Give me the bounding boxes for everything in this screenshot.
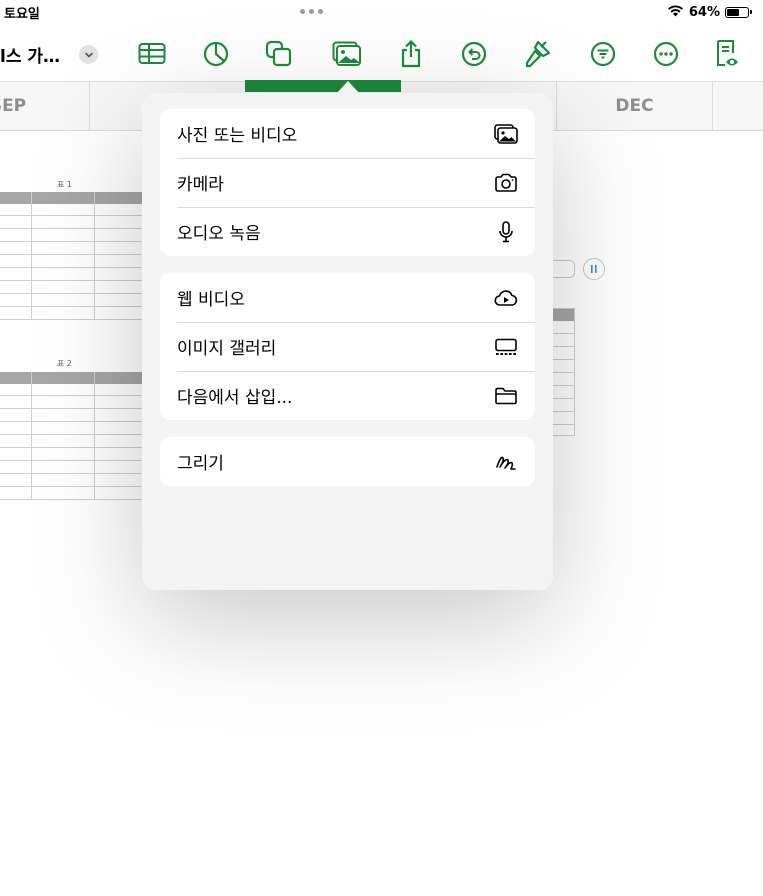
filter-icon[interactable]	[587, 38, 619, 70]
menu-item-audio-recording[interactable]: 오디오 녹음	[160, 207, 535, 256]
table-row	[553, 424, 574, 425]
table-row	[553, 385, 574, 386]
table-header-row	[0, 192, 142, 204]
table-2[interactable]	[0, 372, 142, 500]
folder-icon	[493, 383, 519, 409]
table-row	[0, 449, 142, 461]
chart-icon[interactable]	[200, 38, 232, 70]
table-1[interactable]	[0, 192, 142, 320]
menu-item-camera[interactable]: 카메라	[160, 158, 535, 207]
table-row	[0, 488, 142, 500]
table-3[interactable]	[553, 308, 575, 436]
table-row	[0, 282, 142, 294]
menu-item-web-video[interactable]: 웹 비디오	[160, 273, 535, 322]
photo-library-icon	[493, 121, 519, 147]
table-row	[553, 372, 574, 373]
more-icon[interactable]	[650, 38, 682, 70]
shapes-icon[interactable]	[263, 38, 295, 70]
table-row	[0, 397, 142, 409]
battery-percent: 64%	[688, 5, 720, 20]
menu-item-label: 그리기	[177, 454, 224, 474]
menu-item-label: 이미지 갤러리	[177, 339, 277, 359]
document-title[interactable]: l스 가…	[0, 42, 60, 67]
pause-icon[interactable]	[583, 258, 605, 280]
table-row	[0, 410, 142, 422]
drawing-icon	[493, 449, 519, 475]
table-row	[0, 217, 142, 229]
table-row	[553, 359, 574, 360]
table-row	[0, 384, 142, 396]
status-right: 64%	[667, 4, 752, 21]
table-column-line	[94, 372, 95, 500]
table-2-caption: 표 2	[57, 359, 72, 368]
table-row	[0, 230, 142, 242]
status-bar: 토요일 64%	[0, 0, 763, 26]
menu-group-web: 웹 비디오 이미지 갤러리 다음에서 삽입...	[160, 273, 535, 420]
table-row	[553, 333, 574, 334]
wifi-icon	[667, 4, 684, 21]
table-row	[0, 423, 142, 435]
month-sep-label[interactable]: SEP	[0, 82, 28, 130]
menu-item-label: 다음에서 삽입...	[177, 388, 293, 408]
table-row	[553, 411, 574, 412]
chevron-down-icon[interactable]	[79, 45, 98, 64]
multitasking-dots[interactable]	[300, 9, 323, 14]
media-popover: 사진 또는 비디오 카메라 오디오 녹음 웹 비디오 이미지 갤러리 다음에서 …	[142, 93, 553, 590]
menu-item-label: 웹 비디오	[177, 290, 245, 310]
toolbar: l스 가…	[0, 28, 763, 80]
format-brush-icon[interactable]	[522, 38, 554, 70]
table-column-line	[94, 192, 95, 320]
table-row	[553, 346, 574, 347]
battery-icon	[725, 7, 752, 18]
media-icon[interactable]	[331, 38, 363, 70]
table-header-row	[553, 309, 574, 321]
status-day: 토요일	[4, 7, 40, 22]
table-row	[0, 462, 142, 474]
month-divider	[712, 82, 713, 130]
menu-item-label: 사진 또는 비디오	[177, 126, 298, 146]
table-row	[553, 398, 574, 399]
menu-group-drawing: 그리기	[160, 437, 535, 486]
table-1-caption: 표 1	[57, 180, 72, 189]
cloud-play-icon	[493, 285, 519, 311]
table-row	[0, 269, 142, 281]
table-row	[0, 256, 142, 268]
input-field[interactable]	[553, 260, 575, 278]
table-icon[interactable]	[136, 38, 168, 70]
table-header-row	[0, 372, 142, 384]
month-dec-label[interactable]: DEC	[557, 82, 712, 130]
table-column-line	[31, 192, 32, 320]
microphone-icon	[493, 219, 519, 245]
reader-view-icon[interactable]	[711, 38, 743, 70]
table-row	[0, 295, 142, 307]
menu-item-drawing[interactable]: 그리기	[160, 437, 535, 486]
menu-item-label: 카메라	[177, 175, 224, 195]
camera-icon	[493, 170, 519, 196]
share-icon[interactable]	[395, 38, 427, 70]
table-row	[0, 436, 142, 448]
menu-group-capture: 사진 또는 비디오 카메라 오디오 녹음	[160, 109, 535, 256]
table-row	[0, 308, 142, 320]
menu-item-photo-or-video[interactable]: 사진 또는 비디오	[160, 109, 535, 158]
menu-item-insert-from[interactable]: 다음에서 삽입...	[160, 371, 535, 420]
table-row	[0, 243, 142, 255]
active-tab-indicator	[245, 80, 401, 92]
table-row	[0, 204, 142, 216]
menu-item-label: 오디오 녹음	[177, 224, 261, 244]
table-row	[0, 475, 142, 487]
image-gallery-icon	[493, 334, 519, 360]
table-column-line	[31, 372, 32, 500]
month-divider	[89, 82, 90, 130]
undo-icon[interactable]	[458, 38, 490, 70]
menu-item-image-gallery[interactable]: 이미지 갤러리	[160, 322, 535, 371]
